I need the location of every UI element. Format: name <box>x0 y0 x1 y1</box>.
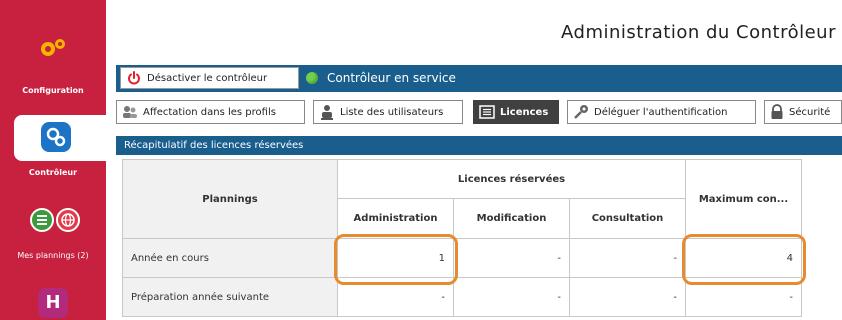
hyperplanning-icon[interactable]: H <box>38 288 68 318</box>
tab-deleguer-authentification[interactable]: Déléguer l'authentification <box>567 100 756 124</box>
cell-consultation: - <box>569 277 686 317</box>
cell-modification: - <box>453 238 570 278</box>
tab-label: Affectation dans les profils <box>143 106 276 118</box>
sidebar-item-label: Contrôleur <box>28 168 78 177</box>
deactivate-label: Désactiver le contrôleur <box>147 72 268 84</box>
sidebar-item-mes-plannings[interactable]: Mes plannings (2) <box>0 205 106 265</box>
tab-label: Sécurité <box>789 106 831 118</box>
column-group-licences: Licences réservées <box>337 159 686 199</box>
deactivate-controller-button[interactable]: Désactiver le contrôleur <box>120 67 299 89</box>
column-header-consultation: Consultation <box>569 198 686 239</box>
lock-icon <box>770 104 784 120</box>
tab-label: Liste des utilisateurs <box>340 106 444 118</box>
user-list-icon <box>319 104 335 120</box>
tab-affectation[interactable]: Affectation dans les profils <box>116 100 305 124</box>
highlight-administration <box>334 234 458 285</box>
column-header-maximum: Maximum con... <box>685 159 802 239</box>
controller-status: Contrôleur en service <box>306 68 456 88</box>
tab-securite[interactable]: Sécurité <box>764 100 842 124</box>
sidebar: Configuration Contrôleur Mes plannings (… <box>0 0 106 320</box>
globe-icon <box>56 208 80 232</box>
key-icon <box>573 104 589 120</box>
list-icon <box>479 105 495 119</box>
power-icon <box>128 71 140 85</box>
planning-icon <box>30 208 54 232</box>
highlight-maximum <box>682 234 806 285</box>
licences-table: Plannings Licences réservées Administrat… <box>116 155 842 320</box>
cell-consultation: - <box>569 238 686 278</box>
gears-icon <box>41 39 65 56</box>
row-label: Préparation année suivante <box>122 277 338 317</box>
sidebar-item-label: Mes plannings (2) <box>17 251 89 260</box>
users-icon <box>122 105 138 119</box>
cell-modification: - <box>453 277 570 317</box>
column-header-plannings: Plannings <box>122 159 338 239</box>
sidebar-item-configuration[interactable]: Configuration <box>0 30 106 100</box>
tab-label: Licences <box>500 106 549 118</box>
tab-licences[interactable]: Licences <box>473 100 559 124</box>
page-title: Administration du Contrôleur <box>561 22 836 43</box>
column-header-modification: Modification <box>453 198 570 239</box>
tab-liste-utilisateurs[interactable]: Liste des utilisateurs <box>313 100 463 124</box>
cog-icon <box>41 122 71 152</box>
row-label: Année en cours <box>122 238 338 278</box>
status-label: Contrôleur en service <box>327 71 456 85</box>
section-title: Récapitulatif des licences réservées <box>116 136 842 155</box>
status-dot-icon <box>306 72 318 84</box>
tab-label: Déléguer l'authentification <box>594 106 728 118</box>
sidebar-item-label: Configuration <box>22 86 84 95</box>
column-header-administration: Administration <box>337 198 454 239</box>
